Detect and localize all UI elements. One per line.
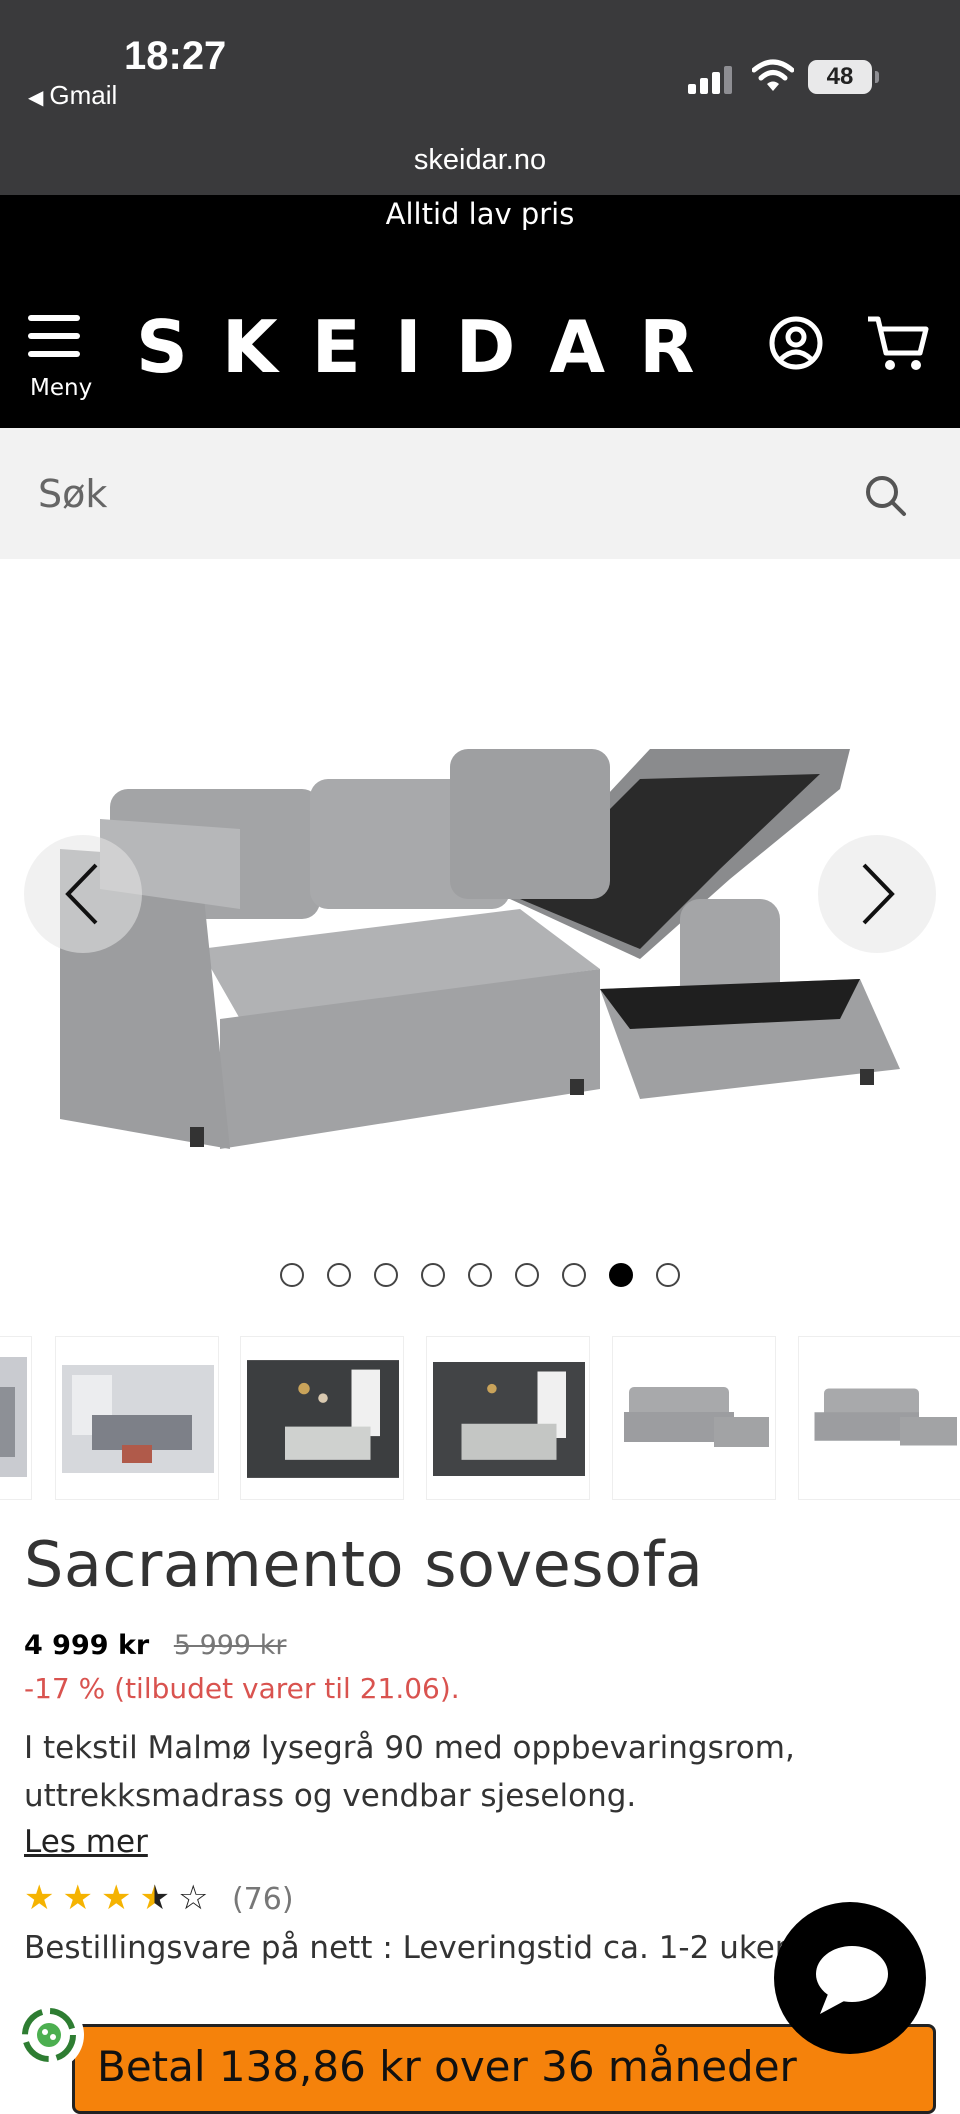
status-bar: 18:27 ◀ Gmail 48 skeidar.no [0,0,960,195]
gallery-dot[interactable] [562,1263,587,1287]
gallery-prev-button[interactable] [24,835,142,953]
promo-banner: Alltid lav pris [0,195,960,255]
thumbnail[interactable] [612,1336,776,1500]
product-image-gallery[interactable] [0,559,960,1239]
star-full-icon: ★ [62,1878,93,1918]
hamburger-icon-line [28,315,80,321]
menu-label[interactable]: Meny [30,375,92,401]
clock: 18:27 [124,34,227,78]
review-count[interactable]: (76) [232,1882,294,1917]
url-bar[interactable]: skeidar.no [0,144,960,177]
thumbnail[interactable] [0,1336,32,1500]
site-logo[interactable]: SKEIDAR [136,305,729,389]
back-triangle-icon: ◀ [28,87,44,109]
search-bar [0,428,960,559]
thumbnail[interactable] [798,1336,960,1500]
discount-text: -17 % (tilbudet varer til 21.06). [24,1672,460,1705]
search-input[interactable] [0,428,860,559]
thumbnail-image [624,1387,769,1447]
gallery-dot[interactable] [279,1263,304,1287]
thumbnail-image [814,1388,957,1446]
thumbnail[interactable] [55,1336,219,1500]
thumbnail[interactable] [240,1336,404,1500]
financing-label: Betal 138,86 kr over 36 måneder [97,2042,797,2091]
thumbnail-strip [0,1336,960,1500]
gallery-dot[interactable] [515,1263,540,1287]
star-empty-icon: ☆ [177,1878,209,1918]
gallery-dot[interactable] [468,1263,492,1287]
old-price: 5 999 kr [173,1630,287,1661]
hamburger-icon-line [28,333,80,339]
product-title: Sacramento sovesofa [24,1528,704,1601]
delivery-info: Bestillingsvare på nett : Leveringstid c… [24,1930,788,1966]
current-price: 4 999 kr [24,1630,150,1661]
chevron-right-icon [862,863,895,925]
gallery-dot-active[interactable] [609,1263,634,1287]
eco-badge[interactable] [14,2000,84,2070]
cellular-signal-icon [688,66,732,94]
gallery-dot[interactable] [373,1263,398,1287]
chat-button[interactable] [774,1902,926,2054]
back-to-app-link[interactable]: ◀ Gmail [28,80,117,111]
battery-indicator: 48 [808,60,879,94]
star-full-icon: ★ [24,1878,55,1918]
thumbnail[interactable] [426,1336,590,1500]
chevron-left-icon [65,863,98,925]
thumbnail-image [62,1365,214,1473]
recycle-icon [22,2008,76,2062]
gallery-dot[interactable] [420,1263,445,1287]
gallery-next-button[interactable] [818,835,936,953]
gallery-pagination [0,1263,960,1293]
gallery-dot[interactable] [656,1263,681,1287]
star-full-icon: ★ [100,1878,132,1918]
wifi-icon [752,59,794,91]
menu-button[interactable] [28,315,92,369]
back-app-label: Gmail [49,80,118,110]
thumbnail-image [247,1360,399,1478]
product-image-sofa [60,749,900,1149]
product-rating[interactable]: ★ ★ ★ ★ ☆ (76) [24,1878,294,1918]
rating-stars: ★ ★ ★ ★ ☆ [24,1878,226,1918]
thumbnail-image [0,1357,27,1477]
account-icon[interactable] [768,315,824,371]
product-description: I tekstil Malmø lysegrå 90 med oppbevari… [24,1730,795,1814]
search-icon[interactable] [864,474,908,518]
cart-icon[interactable] [866,313,930,373]
site-header: Meny SKEIDAR [0,255,960,428]
chat-bubble-icon [816,1946,888,2014]
promo-text: Alltid lav pris [385,197,575,231]
thumbnail-image [433,1362,585,1476]
price-row: 4 999 kr 5 999 kr [24,1630,286,1661]
gallery-dot[interactable] [326,1263,351,1287]
star-half-icon: ★ [139,1878,170,1918]
read-more-link[interactable]: Les mer [24,1824,148,1860]
hamburger-icon-line [28,351,80,357]
